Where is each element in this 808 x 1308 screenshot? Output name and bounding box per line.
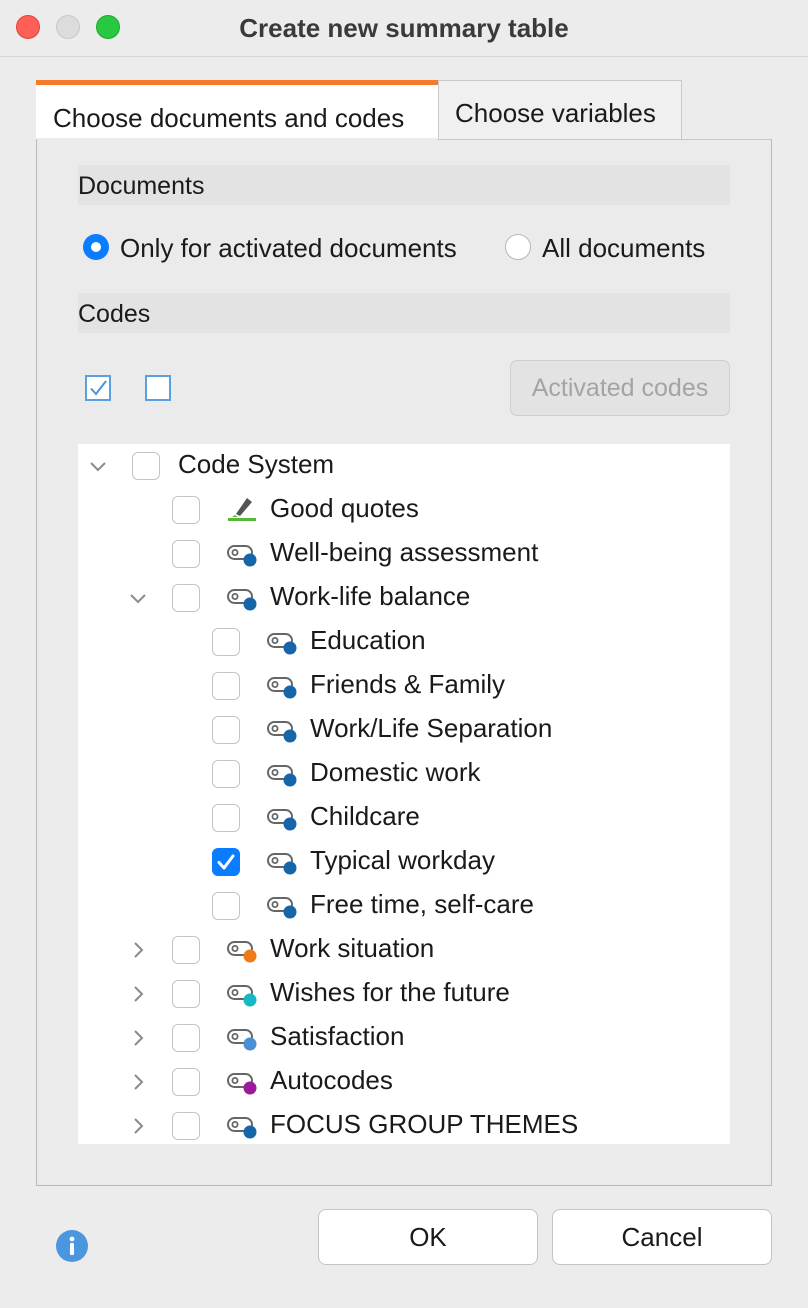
code-tag-icon	[227, 1029, 257, 1051]
highlighter-icon	[228, 498, 256, 521]
window-title: Create new summary table	[239, 13, 569, 43]
tree-label: Autocodes	[270, 1065, 393, 1095]
tree-label: Code System	[178, 449, 335, 479]
code-system-tree: Code System Good quotes Well-being assess…	[78, 444, 730, 1144]
tree-checkbox[interactable]	[172, 1112, 200, 1140]
tree-row-education[interactable]: Education	[78, 620, 730, 664]
code-tag-icon	[227, 1117, 257, 1139]
documents-heading: Documents	[78, 172, 205, 200]
tree-row-autocodes[interactable]: Autocodes	[78, 1060, 730, 1104]
check-icon	[90, 380, 107, 396]
tree-label: Childcare	[310, 801, 420, 831]
tree-label: FOCUS GROUP THEMES	[270, 1109, 579, 1139]
tree-row-satisfaction[interactable]: Satisfaction	[78, 1016, 730, 1060]
chevron-right-icon[interactable]	[128, 1116, 148, 1136]
title-bar: Create new summary table	[0, 0, 808, 57]
tree-row-code-system[interactable]: Code System	[78, 444, 730, 488]
chevron-right-icon[interactable]	[128, 940, 148, 960]
tree-checkbox[interactable]	[132, 452, 160, 480]
code-tag-icon	[267, 897, 297, 919]
tree-checkbox[interactable]	[172, 496, 200, 524]
tree-checkbox[interactable]	[212, 760, 240, 788]
tree-row-friends-family[interactable]: Friends & Family	[78, 664, 730, 708]
chevron-right-icon[interactable]	[128, 1028, 148, 1048]
tree-label: Work/Life Separation	[310, 713, 553, 743]
radio-label-all-documents: All documents	[542, 233, 706, 263]
info-glyph	[69, 1236, 75, 1255]
codes-section-header: Codes	[78, 293, 730, 333]
code-tag-icon	[227, 985, 257, 1007]
tab-variables[interactable]: Choose variables	[438, 80, 682, 140]
tree-row-well-being-assessment[interactable]: Well-being assessment	[78, 532, 730, 576]
tree-checkbox[interactable]	[172, 540, 200, 568]
code-tag-icon	[227, 1073, 257, 1095]
select-all-codes-button[interactable]	[85, 375, 111, 401]
tree-label: Good quotes	[270, 493, 419, 523]
tree-label: Free time, self-care	[310, 889, 534, 919]
tab-documents-and-codes[interactable]: Choose documents and codes	[36, 80, 438, 140]
tree-label: Well-being assessment	[270, 537, 539, 567]
info-icon[interactable]	[56, 1230, 88, 1262]
code-tag-icon	[267, 721, 297, 743]
tree-row-typical-workday[interactable]: Typical workday	[78, 840, 730, 884]
codes-heading: Codes	[78, 300, 151, 328]
tree-checkbox[interactable]	[172, 1024, 200, 1052]
radio-all-documents[interactable]	[505, 234, 531, 260]
code-tag-icon	[267, 809, 297, 831]
tree-row-work-situation[interactable]: Work situation	[78, 928, 730, 972]
tree-label: Satisfaction	[270, 1021, 405, 1051]
tab-label: Choose variables	[455, 98, 656, 128]
check-icon	[217, 854, 235, 870]
code-tag-icon	[227, 545, 257, 567]
deselect-all-codes-button[interactable]	[145, 375, 171, 401]
tree-row-work-life-balance[interactable]: Work-life balance	[78, 576, 730, 620]
chevron-down-icon[interactable]	[88, 456, 108, 476]
tree-label: Friends & Family	[310, 669, 506, 699]
code-tag-icon	[267, 633, 297, 655]
tree-checkbox[interactable]	[172, 584, 200, 612]
cancel-button[interactable]: Cancel	[552, 1209, 772, 1265]
tree-label: Wishes for the future	[270, 977, 510, 1007]
chevron-right-icon[interactable]	[128, 1072, 148, 1092]
tree-label: Work situation	[270, 933, 435, 963]
chevron-right-icon[interactable]	[128, 984, 148, 1004]
code-tag-icon	[227, 941, 257, 963]
code-tag-icon	[267, 853, 297, 875]
tree-row-free-time-self-care[interactable]: Free time, self-care	[78, 884, 730, 928]
tree-checkbox[interactable]	[212, 892, 240, 920]
tree-label: Typical workday	[310, 845, 495, 875]
tree-label: Work-life balance	[270, 581, 471, 611]
tree-row-domestic-work[interactable]: Domestic work	[78, 752, 730, 796]
tree-row-good-quotes[interactable]: Good quotes	[78, 488, 730, 532]
ok-button[interactable]: OK	[318, 1209, 538, 1265]
tree-row-childcare[interactable]: Childcare	[78, 796, 730, 840]
tree-checkbox[interactable]	[172, 1068, 200, 1096]
tree-row-wishes-for-the-future[interactable]: Wishes for the future	[78, 972, 730, 1016]
tree-checkbox[interactable]	[212, 672, 240, 700]
code-tag-icon	[267, 677, 297, 699]
documents-section-header: Documents	[78, 165, 730, 205]
tree-checkbox[interactable]	[212, 804, 240, 832]
tree-checkbox[interactable]	[172, 980, 200, 1008]
tab-label: Choose documents and codes	[53, 103, 405, 133]
tree-checkbox[interactable]	[212, 716, 240, 744]
code-tag-icon	[267, 765, 297, 787]
tree-checkbox[interactable]	[212, 628, 240, 656]
code-tag-icon	[227, 589, 257, 611]
tree-row-work-life-separation[interactable]: Work/Life Separation	[78, 708, 730, 752]
radio-label-only-activated: Only for activated documents	[120, 233, 457, 263]
tree-row-focus-group-themes[interactable]: FOCUS GROUP THEMES	[78, 1104, 730, 1148]
activated-codes-button[interactable]: Activated codes	[510, 360, 730, 416]
tree-label: Domestic work	[310, 757, 481, 787]
tree-checkbox[interactable]	[212, 848, 240, 876]
tree-label: Education	[310, 625, 426, 655]
tree-checkbox[interactable]	[172, 936, 200, 964]
radio-only-activated-documents[interactable]	[83, 234, 109, 260]
chevron-down-icon[interactable]	[128, 588, 148, 608]
